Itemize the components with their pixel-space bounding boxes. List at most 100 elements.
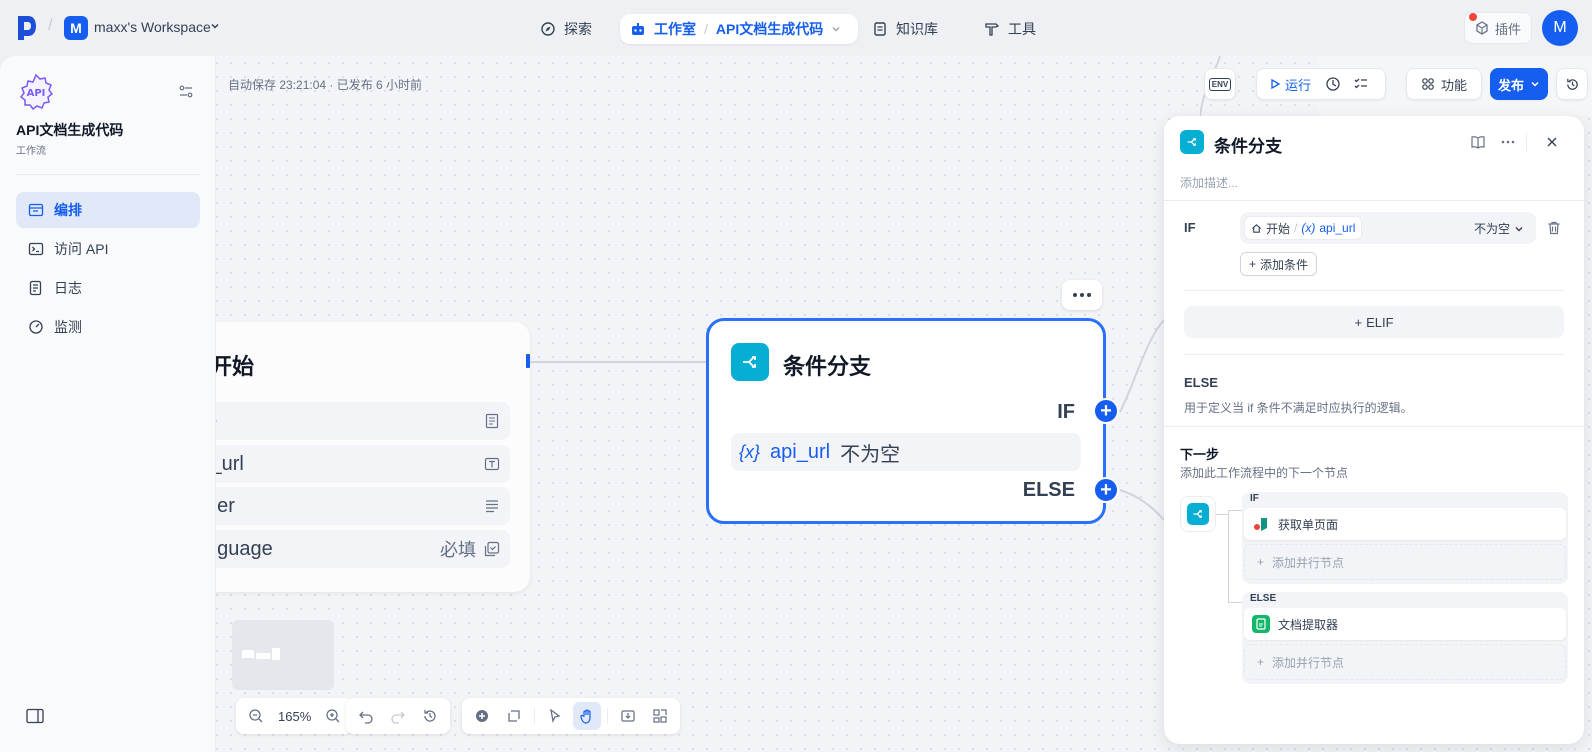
- book-open-icon[interactable]: [1470, 134, 1486, 150]
- add-parallel-label: 添加并行节点: [1272, 555, 1345, 570]
- sidebar-item-label: 编排: [54, 202, 82, 218]
- ifelse-node[interactable]: 条件分支 IF {x} api_url 不为空 ELSE: [706, 318, 1106, 524]
- ifelse-node-else-label: ELSE: [1022, 479, 1075, 501]
- run-button[interactable]: 运行: [1269, 75, 1311, 94]
- workspace-name[interactable]: maxx's Workspace: [94, 19, 211, 35]
- add-note-button[interactable]: [500, 702, 528, 730]
- sidebar-item-api[interactable]: 访问 API: [16, 231, 200, 267]
- add-parallel-node-button[interactable]: + 添加并行节点: [1244, 544, 1566, 580]
- nav-tools[interactable]: 工具: [974, 14, 1046, 44]
- nav-studio[interactable]: 工作室 / API文档生成代码: [620, 14, 858, 44]
- sidebar-app-name: API文档生成代码: [16, 122, 124, 138]
- panel-title[interactable]: 条件分支: [1214, 132, 1282, 157]
- more-horizontal-icon[interactable]: [1500, 134, 1516, 150]
- export-image-button[interactable]: [614, 702, 642, 730]
- sidebar-item-logs[interactable]: 日志: [16, 270, 200, 306]
- history-icon: [1566, 78, 1578, 90]
- autosave-status: 自动保存 23:21:04 · 已发布 6 小时前: [228, 78, 423, 92]
- condition-operator: 不为空: [840, 443, 901, 466]
- condition-source: 开始: [1266, 221, 1291, 236]
- features-label: 功能: [1440, 77, 1467, 93]
- cube-icon: [1476, 21, 1488, 35]
- nav-knowledge[interactable]: 知识库: [862, 14, 948, 44]
- nav-explore[interactable]: 探索: [530, 14, 602, 44]
- zoom-level[interactable]: 165%: [274, 709, 315, 724]
- play-icon: [1271, 78, 1281, 90]
- minimap[interactable]: [232, 620, 334, 690]
- sidebar-item-orchestrate[interactable]: 编排: [16, 192, 200, 228]
- add-parallel-node-button[interactable]: + 添加并行节点: [1244, 644, 1566, 680]
- branch-label: IF: [1250, 493, 1259, 504]
- sidebar-item-monitor[interactable]: 监测: [16, 309, 200, 345]
- description-input[interactable]: 添加描述...: [1180, 174, 1238, 191]
- zoom-in-button[interactable]: [319, 702, 347, 730]
- node-config-panel: 条件分支 添加描述... IF 开始 / (x) api_url 不为空 + 添…: [1164, 116, 1584, 744]
- add-parallel-label: 添加并行节点: [1272, 655, 1345, 670]
- workspace-avatar[interactable]: M: [64, 16, 88, 40]
- app-logo-icon[interactable]: [16, 14, 38, 42]
- checklist-timer-icon[interactable]: [1325, 76, 1341, 92]
- paragraph-icon: [485, 413, 499, 429]
- add-elif-button[interactable]: + ELIF: [1184, 306, 1564, 338]
- start-node-title: 开始: [210, 354, 255, 379]
- start-var-row: e: [200, 402, 510, 440]
- chevron-down-icon[interactable]: [210, 21, 220, 31]
- checklist-icon[interactable]: [1353, 76, 1369, 92]
- settings-sliders-icon[interactable]: [178, 84, 194, 100]
- if-branch: IF 获取单页面 + 添加并行节点: [1242, 492, 1568, 584]
- plugins-button[interactable]: 插件: [1464, 12, 1532, 44]
- variable-selector[interactable]: 开始 / (x) api_url: [1244, 216, 1363, 240]
- edge-line: [530, 361, 708, 363]
- condition-variable: api_url: [770, 440, 831, 463]
- publish-button[interactable]: 发布: [1490, 68, 1548, 100]
- breadcrumb-separator: /: [1294, 221, 1298, 235]
- chevron-down-icon[interactable]: [831, 24, 841, 34]
- plugins-label: 插件: [1494, 21, 1521, 37]
- notification-dot: [1469, 13, 1477, 21]
- history-button[interactable]: [416, 702, 444, 730]
- undo-button[interactable]: [352, 702, 380, 730]
- tree-connector: [1228, 510, 1242, 511]
- zoom-out-button[interactable]: [242, 702, 270, 730]
- tree-connector: [1228, 602, 1242, 603]
- book-icon: [874, 22, 886, 36]
- nav-tools-label: 工具: [1008, 21, 1036, 37]
- add-node-button[interactable]: [468, 702, 496, 730]
- document-extractor-icon: [1252, 615, 1270, 633]
- history-icon: [424, 710, 436, 722]
- pointer-mode-button[interactable]: [541, 702, 569, 730]
- window-icon: [28, 203, 44, 217]
- next-step-description: 添加此工作流程中的下一个节点: [1180, 466, 1349, 480]
- nav-app-name[interactable]: API文档生成代码: [716, 19, 823, 39]
- start-var-name: nguage: [206, 537, 273, 560]
- tree-connector: [1228, 510, 1229, 602]
- next-step-title: 下一步: [1180, 447, 1220, 462]
- start-var-row: her: [200, 487, 510, 525]
- trash-icon[interactable]: [1546, 220, 1562, 236]
- next-node-item[interactable]: 获取单页面: [1244, 508, 1566, 540]
- features-button[interactable]: 功能: [1406, 68, 1482, 100]
- hand-mode-button[interactable]: [573, 702, 601, 730]
- condition-operator-select[interactable]: 不为空: [1474, 220, 1524, 237]
- env-button[interactable]: ENV: [1204, 68, 1236, 100]
- branch-icon: [731, 343, 769, 381]
- grid-icon: [1422, 78, 1434, 90]
- add-condition-button[interactable]: + 添加条件: [1240, 252, 1318, 276]
- if-condition-row: 开始 / (x) api_url 不为空: [1240, 212, 1536, 244]
- plus-icon: +: [1257, 655, 1265, 669]
- run-label: 运行: [1285, 77, 1312, 93]
- divider: [1184, 290, 1564, 291]
- next-node-item[interactable]: 文档提取器: [1244, 608, 1566, 640]
- version-history-button[interactable]: [1556, 68, 1588, 100]
- redo-button[interactable]: [384, 702, 412, 730]
- close-icon[interactable]: [1544, 134, 1560, 150]
- nav-knowledge-label: 知识库: [896, 21, 938, 37]
- ifelse-node-condition: {x} api_url 不为空: [731, 433, 1081, 471]
- branch-icon: [1180, 130, 1204, 154]
- organize-button[interactable]: [646, 702, 674, 730]
- user-avatar[interactable]: M: [1542, 10, 1578, 46]
- collapse-sidebar-icon[interactable]: [26, 708, 44, 724]
- node-more-button[interactable]: [1062, 280, 1102, 310]
- breadcrumb-separator: /: [704, 21, 708, 37]
- divider: [1526, 133, 1527, 151]
